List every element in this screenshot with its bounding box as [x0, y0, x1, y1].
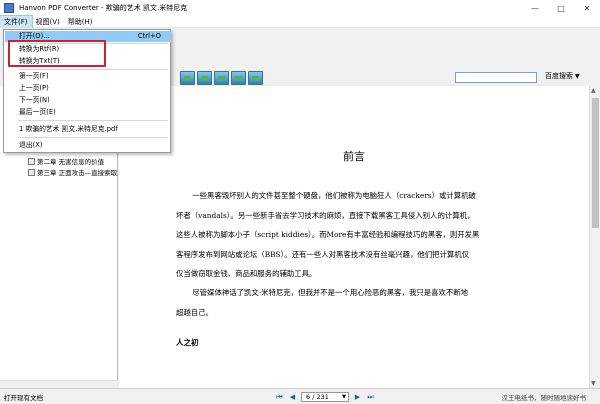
text-line: 客程序发布到网站或论坛（BBS）。还有一些人对黑客技术没有丝毫兴趣，他们把计算机… — [176, 249, 470, 259]
status-bar: 打开现有文档 ⏮ ◀ 6 / 231 ▼ ▶ ⏭ 汉王电纸书，随时随地读好书 — [0, 388, 600, 404]
toc-item[interactable]: 第二章 无害信息的价值 — [28, 156, 104, 166]
prev-page-icon[interactable]: ◀ — [288, 393, 297, 402]
text-line: 这些人被称为脚本小子（script kiddies）。而More有丰富经验和编程… — [176, 230, 480, 239]
maximize-button[interactable]: □ — [548, 0, 574, 16]
menu-item-label: 下一页(N) — [19, 96, 50, 104]
annotation-highlight-box — [8, 40, 106, 67]
scroll-thumb[interactable] — [592, 98, 599, 228]
text-line: 一些黑客毁坏别人的文件甚至整个硬盘，他们被称为电脑狂人（crackers）或计算… — [192, 191, 476, 200]
menu-item-prev-page[interactable]: 上一页(P) — [5, 83, 171, 94]
baidu-search-label: 百度搜索 — [545, 72, 573, 80]
document-paragraph: 尽管媒体神话了凯文·米特尼克，但我并不是一个用心险恶的黑客，我只是喜欢不断地 超… — [176, 283, 534, 322]
page-icon — [28, 168, 35, 176]
page-navigator: ⏮ ◀ 6 / 231 ▼ ▶ ⏭ — [275, 392, 375, 402]
vertical-scrollbar[interactable]: ▲ ▼ — [589, 86, 600, 388]
chevron-down-icon: ▼ — [342, 393, 346, 400]
minimize-button[interactable]: — — [522, 0, 548, 16]
next-page-icon[interactable] — [214, 71, 229, 85]
menu-item-label: 1 欺骗的艺术 凯文.米特尼克.pdf — [19, 125, 118, 133]
toolbar-icons — [180, 71, 263, 85]
menu-item-label: 上一页(P) — [19, 84, 49, 92]
window-title: Hanvon PDF Converter - 欺骗的艺术 凯文.米特尼克 — [19, 4, 188, 12]
scroll-down-icon[interactable]: ▼ — [591, 380, 596, 387]
baidu-search-button[interactable]: 百度搜索 ▼ — [545, 71, 580, 81]
first-page-icon[interactable] — [180, 71, 195, 85]
page-selector[interactable]: 6 / 231 ▼ — [301, 392, 349, 402]
text-line: 仅当做窃取金钱、商品和服务的辅助工具。 — [176, 269, 317, 278]
prev-page-icon[interactable] — [197, 71, 212, 85]
menu-item-label: 最后一页(E) — [19, 108, 56, 116]
menu-item-next-page[interactable]: 下一页(N) — [5, 95, 171, 106]
status-slogan: 汉王电纸书，随时随地读好书 — [501, 393, 587, 402]
menu-item-last-page[interactable]: 最后一页(E) — [5, 107, 171, 118]
chevron-down-icon[interactable]: ▼ — [575, 73, 580, 80]
window-controls: — □ ✕ — [522, 0, 600, 16]
toc-item-label: 第二章 无害信息的价值 — [37, 158, 105, 166]
menu-separator — [18, 137, 168, 138]
first-page-icon[interactable]: ⏮ — [275, 393, 284, 402]
toc-item-label: 第三章 正面攻击—直接索取 — [37, 169, 118, 177]
app-icon — [4, 3, 14, 13]
next-page-icon[interactable]: ▶ — [353, 393, 362, 402]
page-icon — [28, 157, 35, 165]
search-input[interactable] — [455, 72, 537, 83]
menu-bar: 文件(F) 视图(V) 帮助(H) — [0, 14, 600, 29]
menu-item-label: 退出(X) — [19, 141, 43, 149]
scroll-up-icon[interactable]: ▲ — [591, 87, 596, 94]
toc-item[interactable]: 第三章 正面攻击—直接索取 — [28, 167, 117, 177]
document-paragraph: 一些黑客毁坏别人的文件甚至整个硬盘，他们被称为电脑狂人（crackers）或计算… — [176, 186, 534, 284]
close-button[interactable]: ✕ — [574, 0, 600, 16]
text-line: 尽管媒体神话了凯文·米特尼克，但我并不是一个用心险恶的黑客，我只是喜欢不断地 — [192, 288, 469, 297]
last-page-icon[interactable] — [231, 71, 246, 85]
menu-item-exit[interactable]: 退出(X) — [5, 140, 171, 151]
status-text: 打开现有文档 — [4, 393, 43, 402]
document-heading: 前言 — [343, 150, 365, 163]
title-bar: Hanvon PDF Converter - 欺骗的艺术 凯文.米特尼克 — □… — [0, 0, 600, 16]
menu-item-label: 第一页(F) — [19, 72, 49, 80]
menu-separator — [18, 69, 168, 70]
page-display: 6 / 231 — [306, 392, 329, 401]
document-subheading: 人之初 — [176, 338, 199, 347]
menu-item-recent-file[interactable]: 1 欺骗的艺术 凯文.米特尼克.pdf — [5, 124, 171, 135]
menu-help[interactable]: 帮助(H) — [64, 16, 97, 28]
document-view[interactable]: 前言 一些黑客毁坏别人的文件甚至整个硬盘，他们被称为电脑狂人（crackers）… — [119, 86, 589, 388]
menu-item-first-page[interactable]: 第一页(F) — [5, 71, 171, 82]
shortcut-label: Ctrl+O — [137, 32, 161, 40]
text-line: 坏者（vandals）。另一些新手省去学习技术的麻烦，直接下载黑客工具侵入别人的… — [176, 210, 475, 220]
last-page-icon[interactable]: ⏭ — [366, 393, 375, 402]
fit-page-icon[interactable] — [248, 71, 263, 85]
menu-view[interactable]: 视图(V) — [32, 16, 64, 28]
menu-separator — [18, 120, 168, 121]
horizontal-scrollbar[interactable] — [0, 380, 118, 388]
menu-file[interactable]: 文件(F) — [0, 14, 33, 29]
text-line: 超越自己。 — [176, 307, 213, 317]
